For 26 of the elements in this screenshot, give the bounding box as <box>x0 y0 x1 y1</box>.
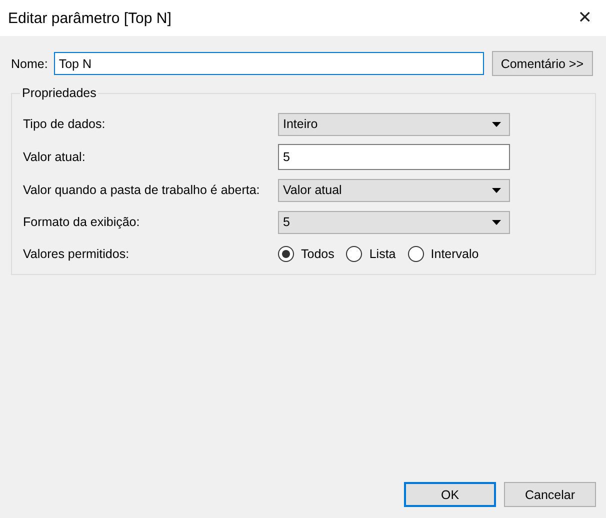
value-field[interactable]: 5 <box>278 144 510 170</box>
radio-button[interactable] <box>278 246 294 262</box>
radio-button[interactable] <box>346 246 362 262</box>
group-title: Propriedades <box>20 86 98 100</box>
dialog-button[interactable]: Cancelar <box>504 482 596 507</box>
name-field[interactable]: Top N <box>54 52 484 75</box>
property-label: Valores permitidos: <box>23 247 130 261</box>
caret-icon <box>492 220 501 224</box>
caret-icon <box>492 122 501 126</box>
property-label: Formato da exibição: <box>23 215 141 229</box>
dialog-button[interactable]: OK <box>404 482 496 507</box>
close-button[interactable]: ✕ <box>574 8 596 28</box>
dropdown[interactable]: 5 <box>278 210 510 234</box>
property-label: Valor atual: <box>23 150 86 164</box>
window-title: Editar parâmetro [Top N] <box>8 10 172 26</box>
property-label: Tipo de dados: <box>23 117 106 131</box>
dropdown[interactable]: Valor atual <box>278 178 510 202</box>
comment-button[interactable]: Comentário >> <box>492 51 593 76</box>
caret-icon <box>492 188 501 192</box>
dropdown[interactable]: Inteiro <box>278 112 510 136</box>
name-label: Nome: <box>11 56 48 70</box>
property-label: Valor quando a pasta de trabalho é aberta: <box>23 183 261 197</box>
radio-label[interactable]: Todos <box>301 247 334 261</box>
radio-button[interactable] <box>408 246 424 262</box>
radio-label[interactable]: Lista <box>369 247 396 261</box>
radio-label[interactable]: Intervalo <box>430 247 479 261</box>
